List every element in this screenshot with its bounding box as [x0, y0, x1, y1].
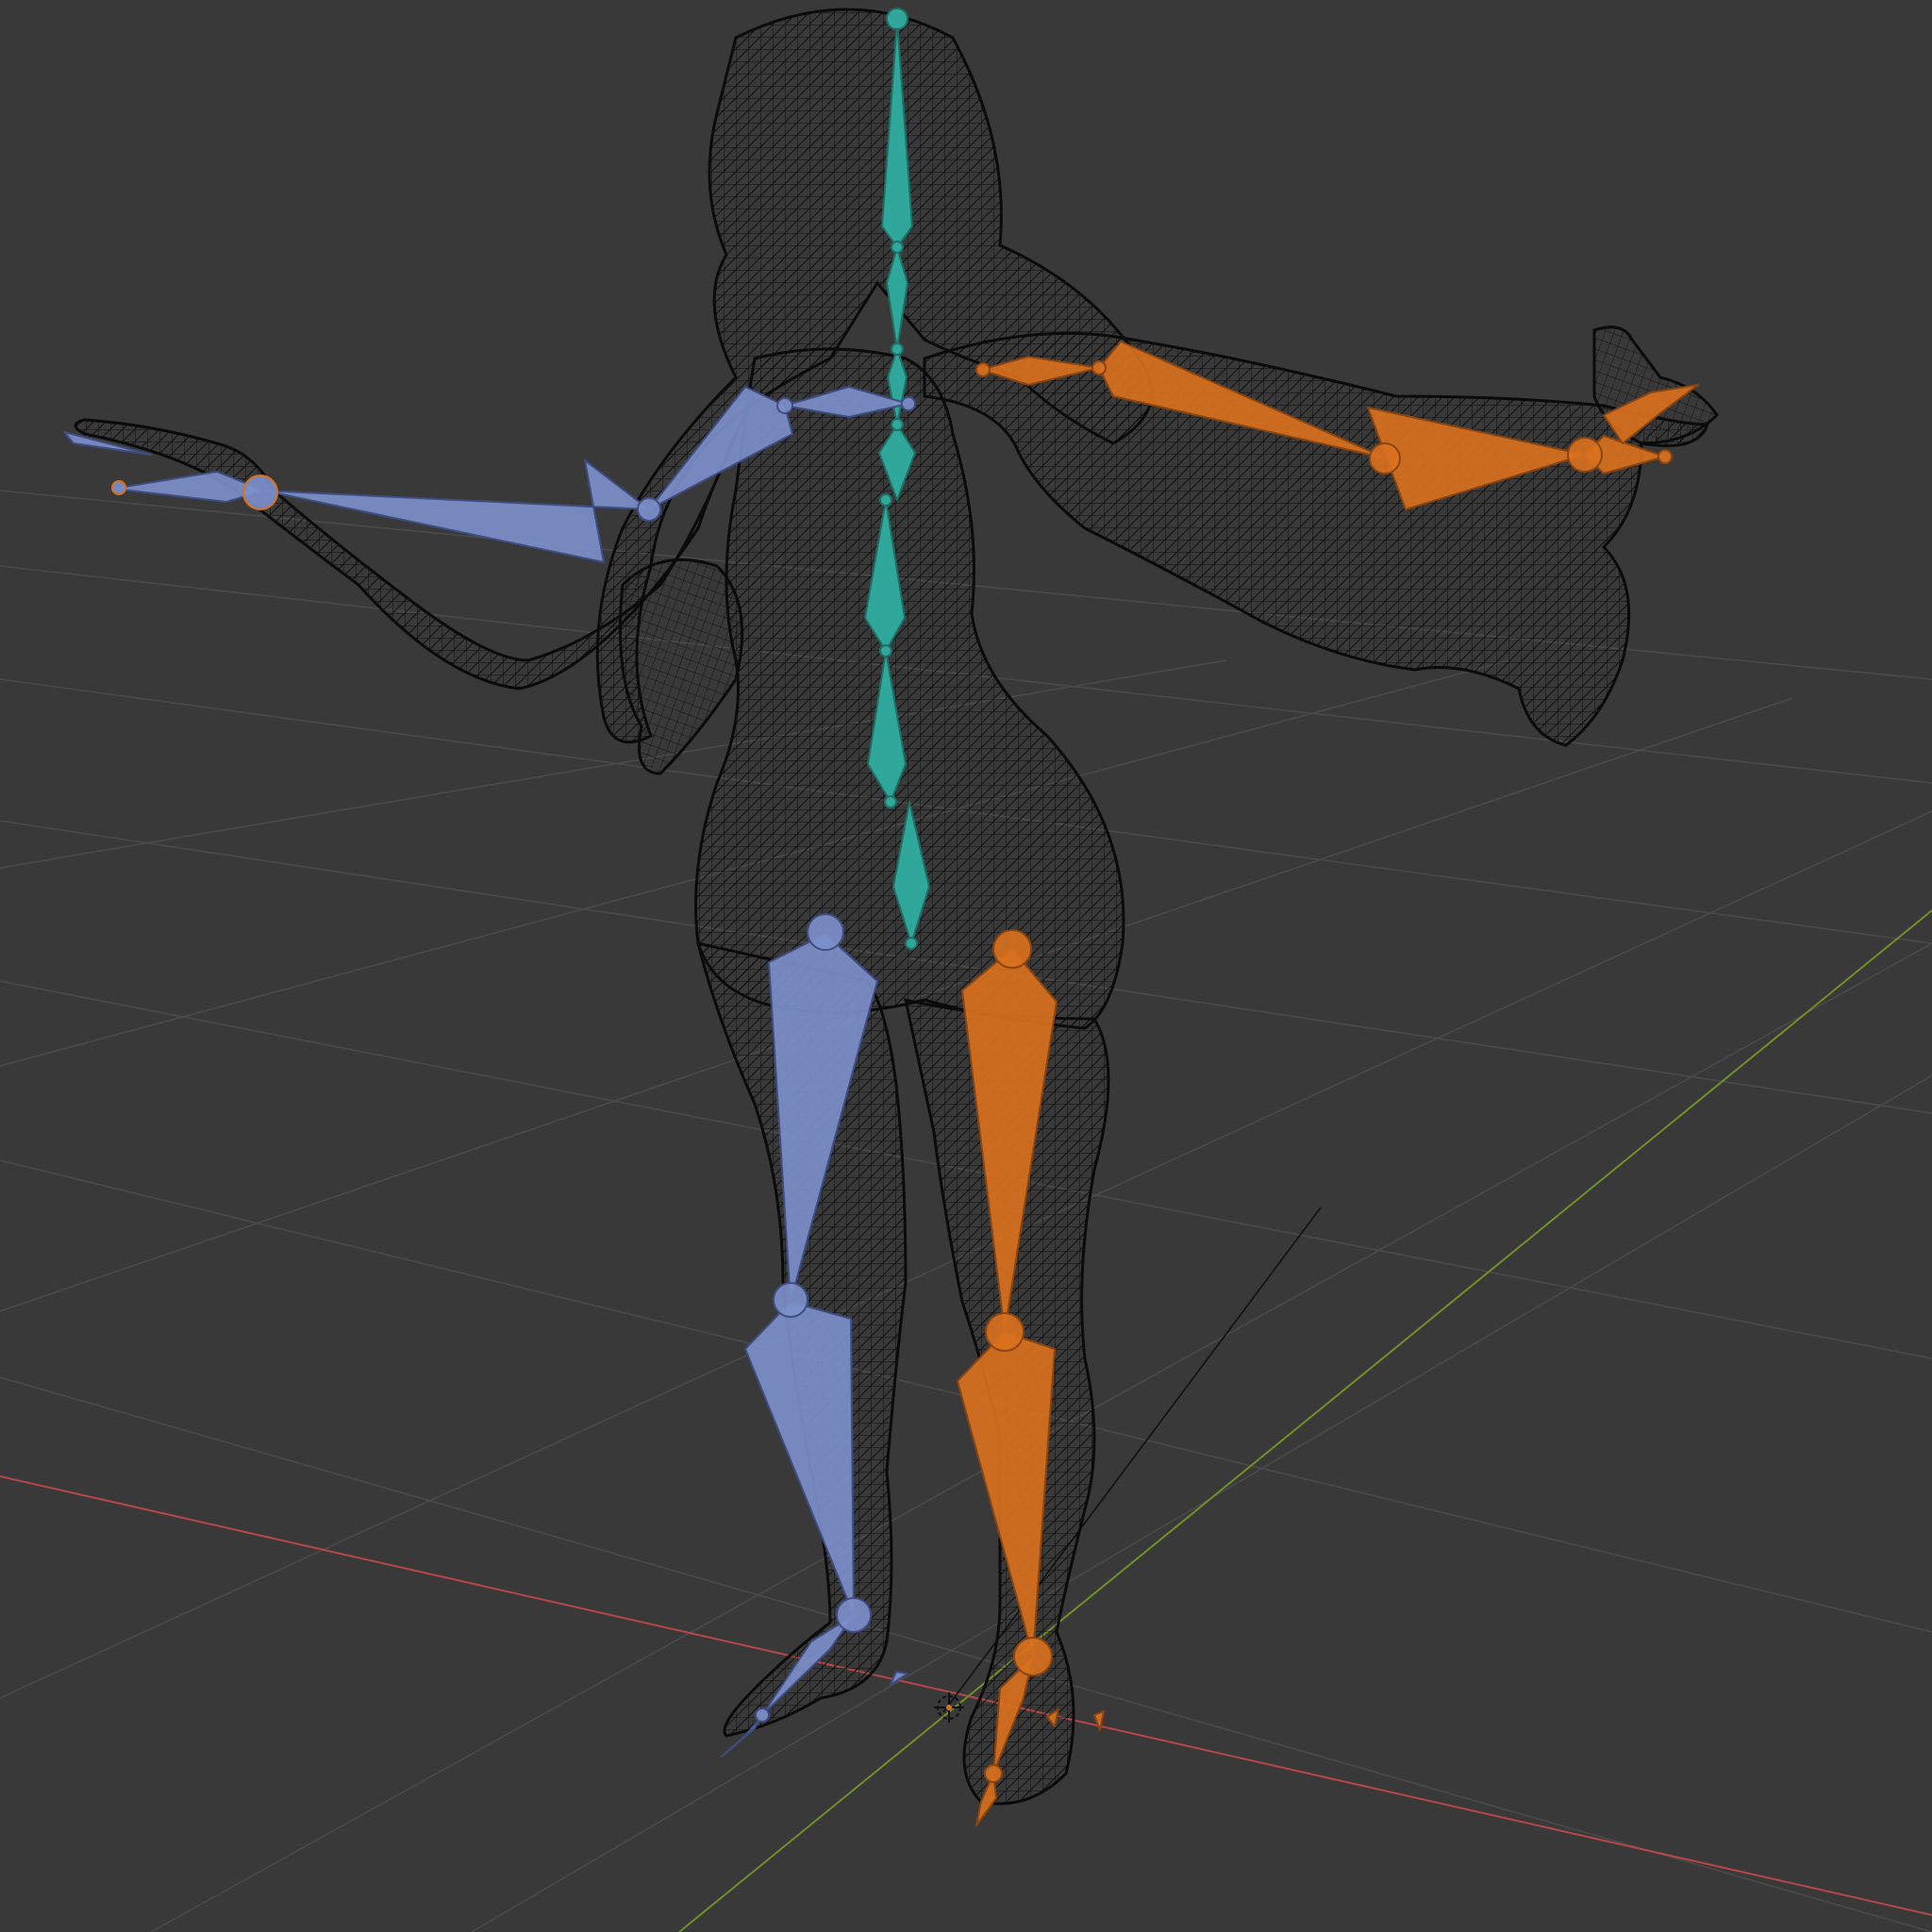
joint-ankle-l[interactable] [836, 1597, 872, 1633]
3d-viewport[interactable] [0, 0, 1932, 1932]
joint-ball-r[interactable] [984, 1764, 1003, 1783]
joint-hand-tip-l[interactable] [111, 480, 126, 495]
joint-knee-l[interactable] [773, 1282, 808, 1318]
joint-neck-base[interactable] [891, 342, 904, 356]
joint-head-tip[interactable] [886, 8, 908, 30]
joint-ankle-r[interactable] [1013, 1637, 1053, 1676]
joint-wrist-r[interactable] [1567, 437, 1603, 473]
bone-shin-l[interactable] [744, 1301, 855, 1616]
joint-ball-l[interactable] [755, 1707, 770, 1723]
joint-elbow-r[interactable] [1369, 442, 1401, 475]
3d-cursor[interactable] [934, 1692, 964, 1723]
joint-shoulder-tip-l[interactable] [901, 396, 916, 411]
joint-spine[interactable] [879, 493, 892, 507]
joint-neck[interactable] [891, 241, 904, 254]
x-axis-line [0, 1475, 1932, 1916]
joint-knee-r[interactable] [985, 1312, 1024, 1352]
joint-shoulder-l[interactable] [776, 397, 793, 414]
joint-shoulder-tip-r[interactable] [1091, 360, 1107, 375]
viewport-canvas[interactable] [0, 0, 1932, 1932]
joint-hand-tip-r[interactable] [1657, 449, 1673, 464]
joint-elbow-l[interactable] [637, 497, 661, 522]
joint-wrist-l[interactable] [242, 475, 278, 510]
joint-shoulder-r[interactable] [975, 362, 991, 377]
mesh-hair-clump [619, 558, 744, 775]
joint-hip-r[interactable] [992, 929, 1032, 969]
joint-chest[interactable] [891, 418, 904, 431]
joint-hips[interactable] [905, 937, 918, 950]
joint-spine-mid[interactable] [879, 644, 892, 658]
joint-hip-l[interactable] [807, 913, 844, 951]
joint-spine-low[interactable] [884, 795, 897, 808]
